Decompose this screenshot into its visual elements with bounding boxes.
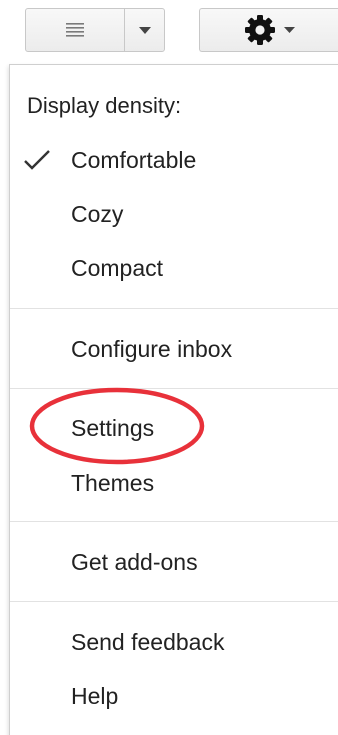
caret-down-icon [284, 27, 295, 33]
menu-item-settings[interactable]: Settings [10, 406, 330, 450]
menu-item-cozy[interactable]: Cozy [10, 192, 330, 236]
checkmark-icon [24, 150, 50, 170]
menu-item-compact[interactable]: Compact [10, 246, 330, 290]
menu-divider [10, 308, 338, 309]
display-density-button[interactable] [26, 9, 124, 51]
menu-divider [10, 388, 338, 389]
menu-item-label: Themes [71, 469, 155, 496]
menu-divider [10, 601, 338, 602]
menu-item-send-feedback[interactable]: Send feedback [10, 620, 330, 664]
settings-dropdown-menu: Display density: Comfortable Cozy Compac… [9, 64, 338, 735]
menu-divider [10, 521, 338, 522]
menu-item-label: Cozy [71, 200, 124, 227]
settings-gear-button[interactable] [199, 8, 338, 52]
caret-down-icon [139, 26, 151, 34]
menu-item-themes[interactable]: Themes [10, 461, 330, 505]
menu-item-label: Settings [71, 414, 155, 441]
screenshot-page: Display density: Comfortable Cozy Compac… [0, 0, 338, 735]
display-density-dropdown-button[interactable] [124, 9, 165, 51]
menu-item-comfortable[interactable]: Comfortable [10, 138, 330, 182]
display-density-heading: Display density: [27, 93, 182, 118]
menu-item-label: Send feedback [71, 628, 225, 655]
menu-item-label: Get add-ons [71, 548, 198, 575]
menu-item-label: Compact [71, 254, 164, 281]
menu-item-label: Configure inbox [71, 335, 233, 362]
menu-item-label: Comfortable [71, 146, 197, 173]
menu-item-help[interactable]: Help [10, 674, 330, 718]
display-density-button-group [25, 8, 165, 52]
list-lines-icon [66, 23, 84, 37]
menu-item-configure-inbox[interactable]: Configure inbox [10, 327, 330, 371]
menu-item-get-add-ons[interactable]: Get add-ons [10, 540, 330, 584]
menu-item-label: Help [71, 682, 119, 709]
gear-icon [245, 15, 275, 45]
